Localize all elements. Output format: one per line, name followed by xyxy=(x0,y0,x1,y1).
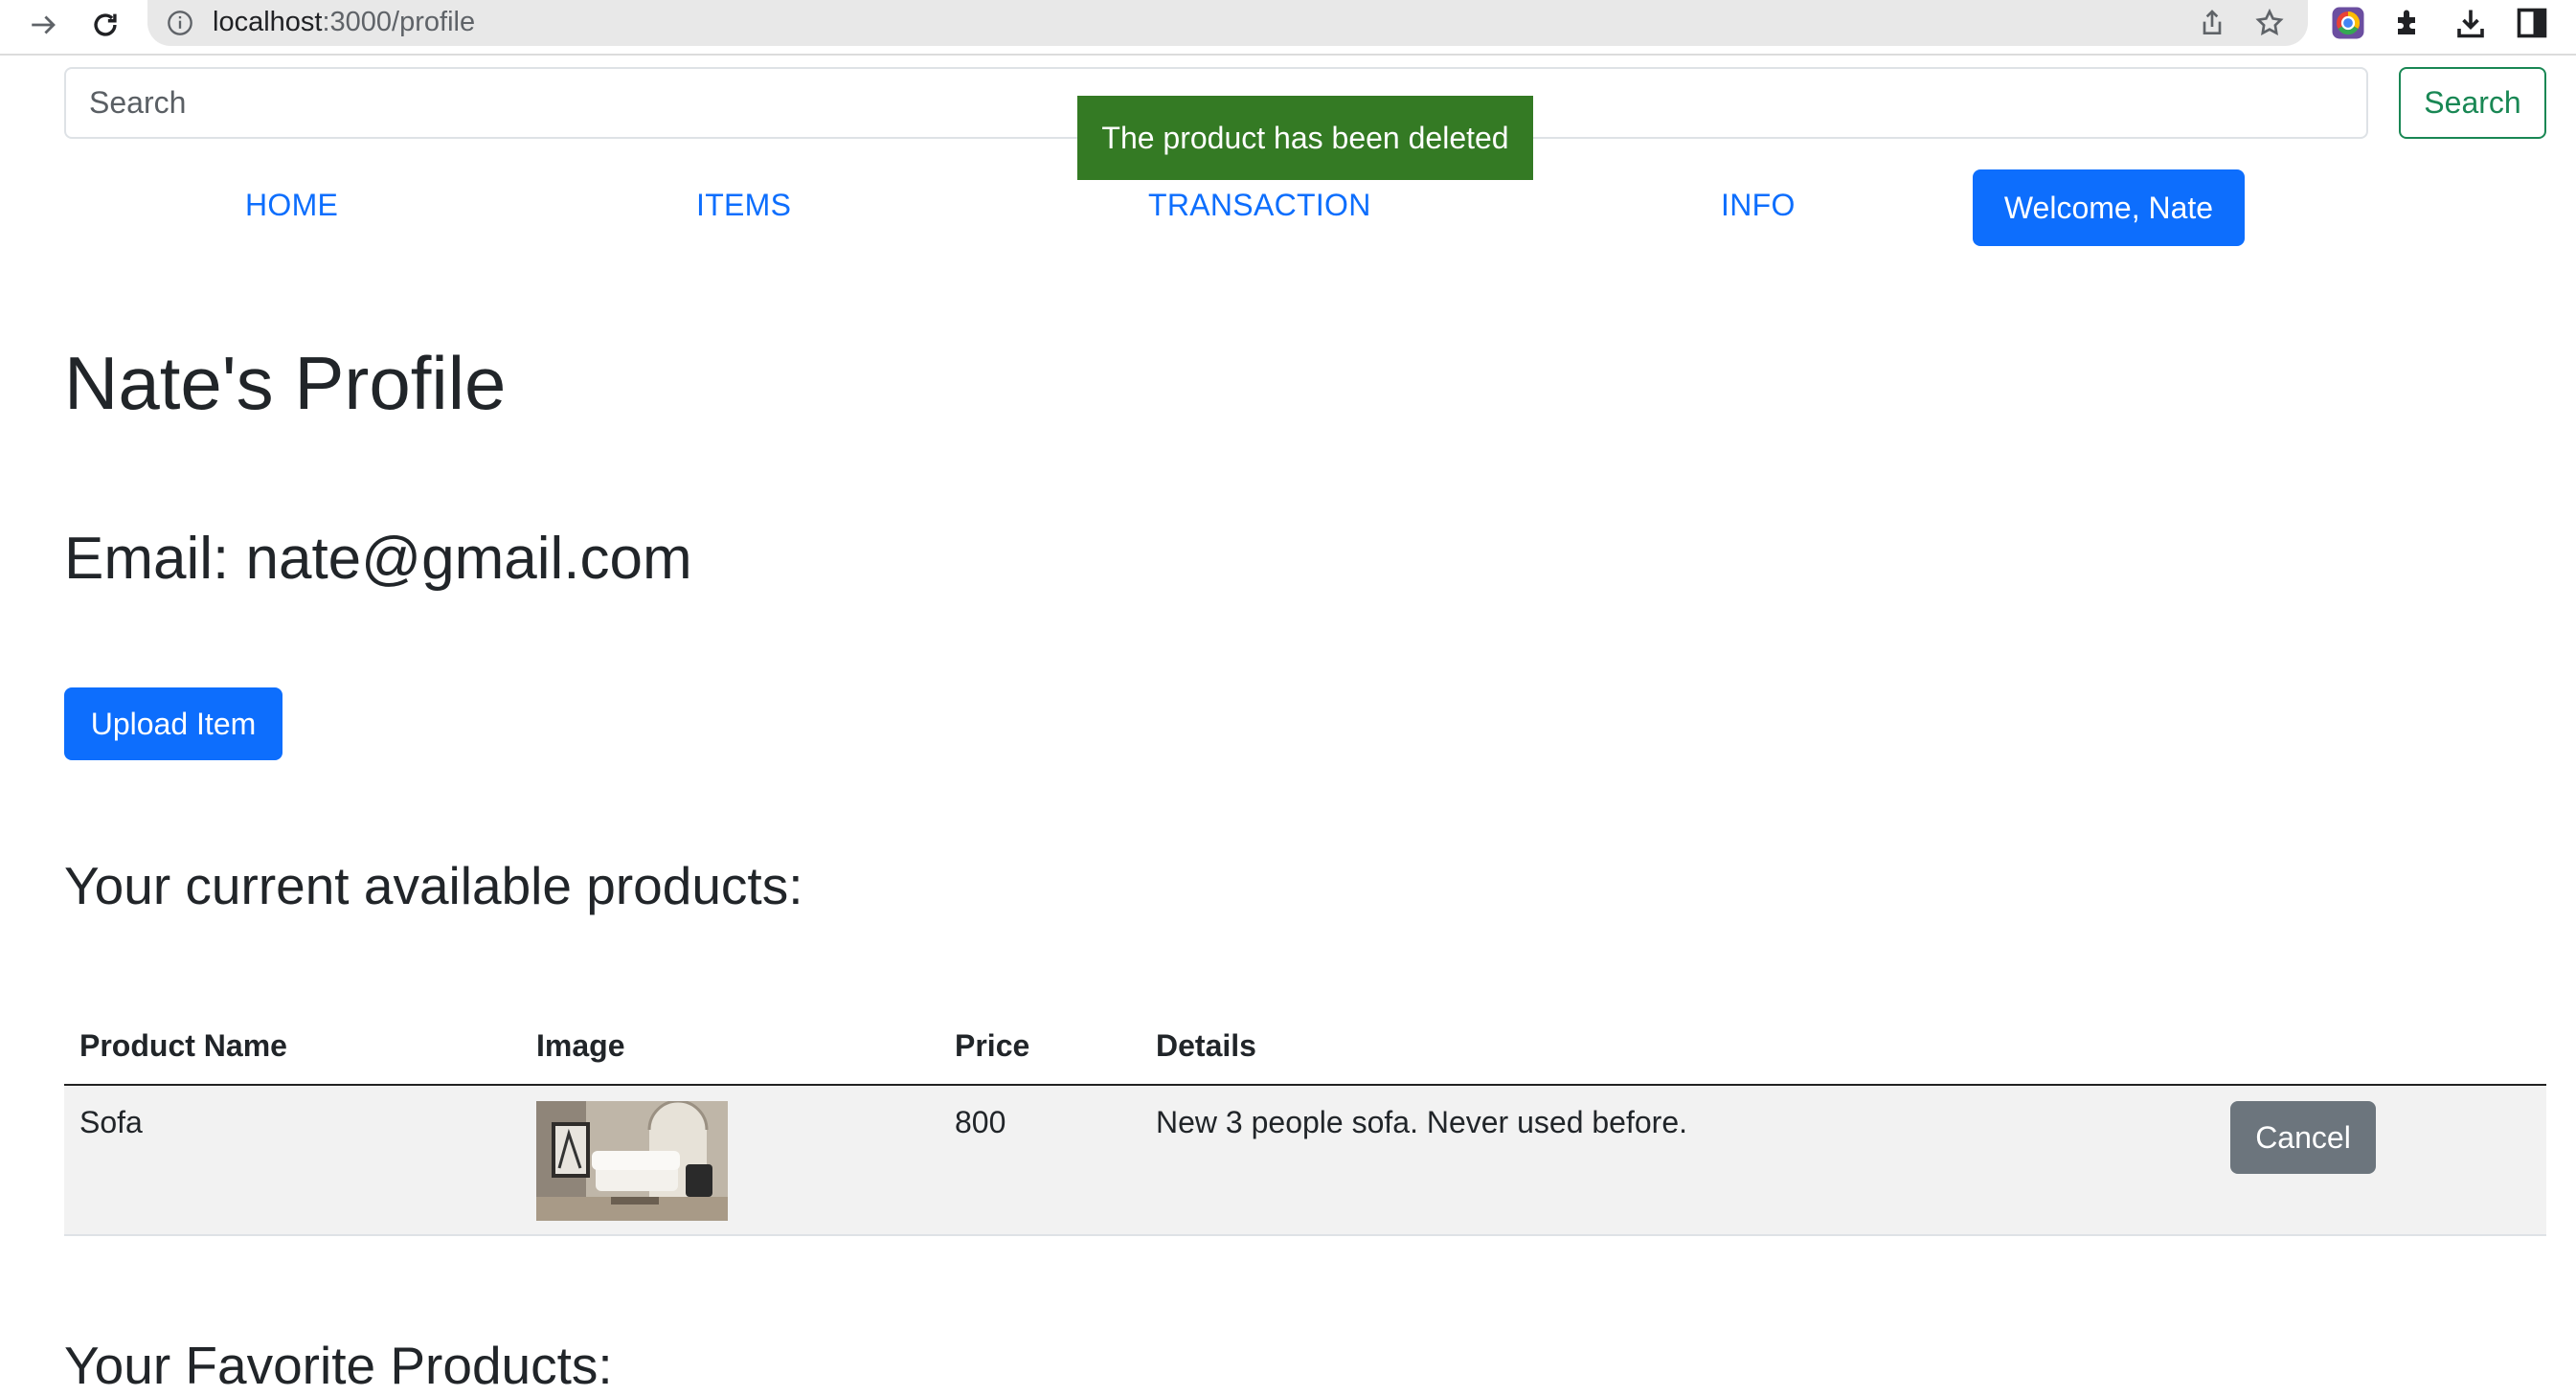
upload-item-button[interactable]: Upload Item xyxy=(64,687,282,760)
column-header-image: Image xyxy=(536,1028,625,1063)
nav-items-link[interactable]: ITEMS xyxy=(696,188,791,223)
available-products-heading: Your current available products: xyxy=(64,856,803,915)
download-icon[interactable] xyxy=(2453,6,2488,40)
product-image xyxy=(536,1101,728,1221)
table-header: Product Name Image Price Details xyxy=(64,1012,2546,1086)
nav-transaction-link[interactable]: TRANSACTION xyxy=(1148,188,1371,223)
url-text[interactable]: localhost:3000/profile xyxy=(213,7,475,38)
info-icon[interactable] xyxy=(167,10,193,36)
back-arrow-icon[interactable] xyxy=(23,4,65,46)
sidebar-icon[interactable] xyxy=(2515,6,2549,40)
cancel-button[interactable]: Cancel xyxy=(2230,1101,2376,1174)
column-header-price: Price xyxy=(955,1028,1030,1063)
product-price-cell: 800 xyxy=(955,1105,1006,1139)
nav-info-link[interactable]: INFO xyxy=(1721,188,1796,223)
products-table: Product Name Image Price Details Sofa 80… xyxy=(64,1012,2546,1236)
column-header-details: Details xyxy=(1156,1028,1256,1063)
product-name-cell: Sofa xyxy=(79,1105,143,1139)
deleted-toast: The product has been deleted xyxy=(1077,96,1533,180)
page-title: Nate's Profile xyxy=(64,341,507,425)
search-button[interactable]: Search xyxy=(2399,67,2546,139)
column-header-product-name: Product Name xyxy=(79,1028,287,1063)
share-icon[interactable] xyxy=(2197,8,2227,38)
url-path: :3000/profile xyxy=(322,7,476,37)
chrome-profile-icon[interactable] xyxy=(2331,6,2365,40)
browser-toolbar: localhost:3000/profile xyxy=(0,0,2576,56)
address-bar[interactable]: localhost:3000/profile xyxy=(147,0,2308,46)
table-row: Sofa 800 New 3 people sofa. Never used b… xyxy=(64,1086,2546,1236)
product-details-cell: New 3 people sofa. Never used before. xyxy=(1156,1105,1687,1139)
reload-icon[interactable] xyxy=(84,4,126,46)
nav-home-link[interactable]: HOME xyxy=(245,188,338,223)
url-host: localhost xyxy=(213,7,323,37)
star-icon[interactable] xyxy=(2254,8,2285,38)
profile-email: Email: nate@gmail.com xyxy=(64,526,692,592)
favorite-products-heading: Your Favorite Products: xyxy=(64,1336,613,1395)
welcome-user-button[interactable]: Welcome, Nate xyxy=(1973,169,2245,246)
extensions-icon[interactable] xyxy=(2392,6,2427,40)
